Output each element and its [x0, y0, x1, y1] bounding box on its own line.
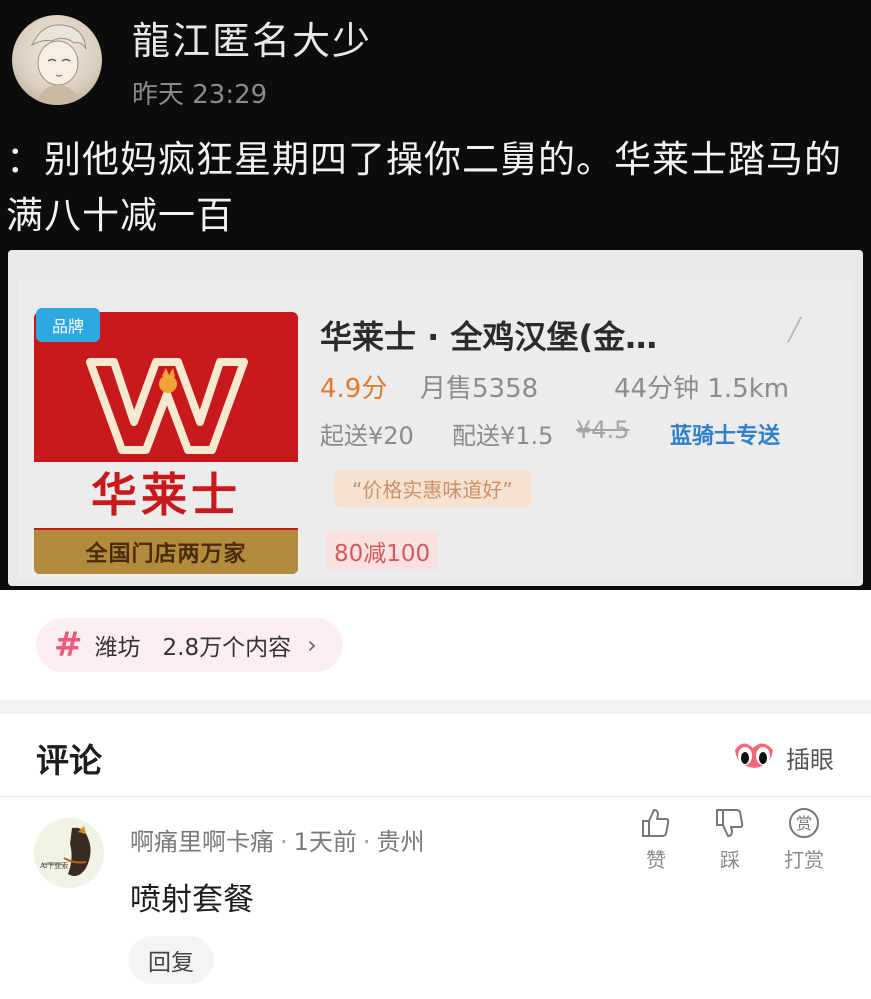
store-logo: 华莱士 全国门店两万家 [34, 312, 298, 574]
store-discount: 80减100 [326, 532, 439, 570]
poster-name[interactable]: 龍江匿名大少 [132, 10, 372, 65]
store-card: 华莱士 全国门店两万家 品牌 华莱士 · 全鸡汉堡(金… ╱ 4.9分 月售53… [8, 250, 863, 586]
dislike-button[interactable]: 踩 [702, 806, 758, 873]
eyes-icon[interactable] [733, 736, 775, 770]
comment-user[interactable]: 啊痛里啊卡痛 [130, 828, 274, 856]
store-delivery-fee-old: ¥4.5 [576, 416, 630, 444]
comment-time: 1天前 [293, 828, 357, 856]
hashtag-icon: # [54, 625, 83, 665]
section-divider [0, 700, 871, 714]
poster-avatar [12, 15, 102, 105]
reply-button[interactable]: 回复 [128, 936, 214, 984]
chevron-right-icon: › [307, 631, 317, 659]
post-time: 昨天 23:29 [132, 80, 268, 110]
logo-text: 华莱士 [34, 462, 298, 528]
reward-button[interactable]: 赏 打赏 [776, 806, 832, 873]
comment-meta: 啊痛里啊卡痛 · 1天前 · 贵州 [130, 828, 425, 856]
eyes-label[interactable]: 插眼 [786, 740, 834, 775]
topic-name: 潍坊 [94, 635, 141, 661]
store-sales: 月售5358 [420, 374, 539, 404]
store-min-order: 起送¥20 [320, 422, 414, 450]
edit-icon: ╱ [788, 318, 802, 343]
comment-text: 喷射套餐 [130, 882, 254, 918]
store-express-tag: 蓝骑士专送 [670, 424, 781, 449]
comment-avatar[interactable]: Ai下亚索 [34, 818, 104, 888]
dislike-label: 踩 [720, 848, 740, 872]
store-distance: 44分钟 1.5km [614, 374, 790, 404]
store-quote: “价格实惠味道好” [334, 470, 531, 507]
topic-count: 2.8万个内容 [162, 635, 292, 661]
store-delivery-fee: 配送¥1.5 [452, 422, 554, 450]
reward-icon: 赏 [789, 808, 819, 838]
thumbs-up-icon [642, 809, 670, 837]
post-text: ：别他妈疯狂星期四了操你二舅的。华莱士踏马的满八十减一百 [6, 138, 842, 237]
logo-w-icon [86, 358, 248, 454]
thumbs-down-icon [716, 809, 744, 837]
comment-location: 贵州 [376, 828, 425, 856]
brand-tag: 品牌 [36, 308, 100, 342]
store-rating: 4.9分 [320, 374, 388, 404]
divider [0, 796, 871, 797]
topic-pill[interactable]: # 潍坊 2.8万个内容 › [36, 618, 343, 672]
like-label: 赞 [646, 848, 666, 872]
logo-ribbon: 全国门店两万家 [34, 530, 298, 574]
post-image[interactable]: 龍江匿名大少 昨天 23:29 ：别他妈疯狂星期四了操你二舅的。华莱士踏马的满八… [0, 0, 871, 590]
reward-label: 打赏 [784, 848, 824, 872]
comments-title: 评论 [36, 741, 102, 780]
svg-text:Ai下亚索: Ai下亚索 [39, 861, 68, 870]
store-title: 华莱士 · 全鸡汉堡(金… [320, 318, 658, 356]
svg-text:赏: 赏 [796, 814, 812, 833]
like-button[interactable]: 赞 [628, 806, 684, 873]
